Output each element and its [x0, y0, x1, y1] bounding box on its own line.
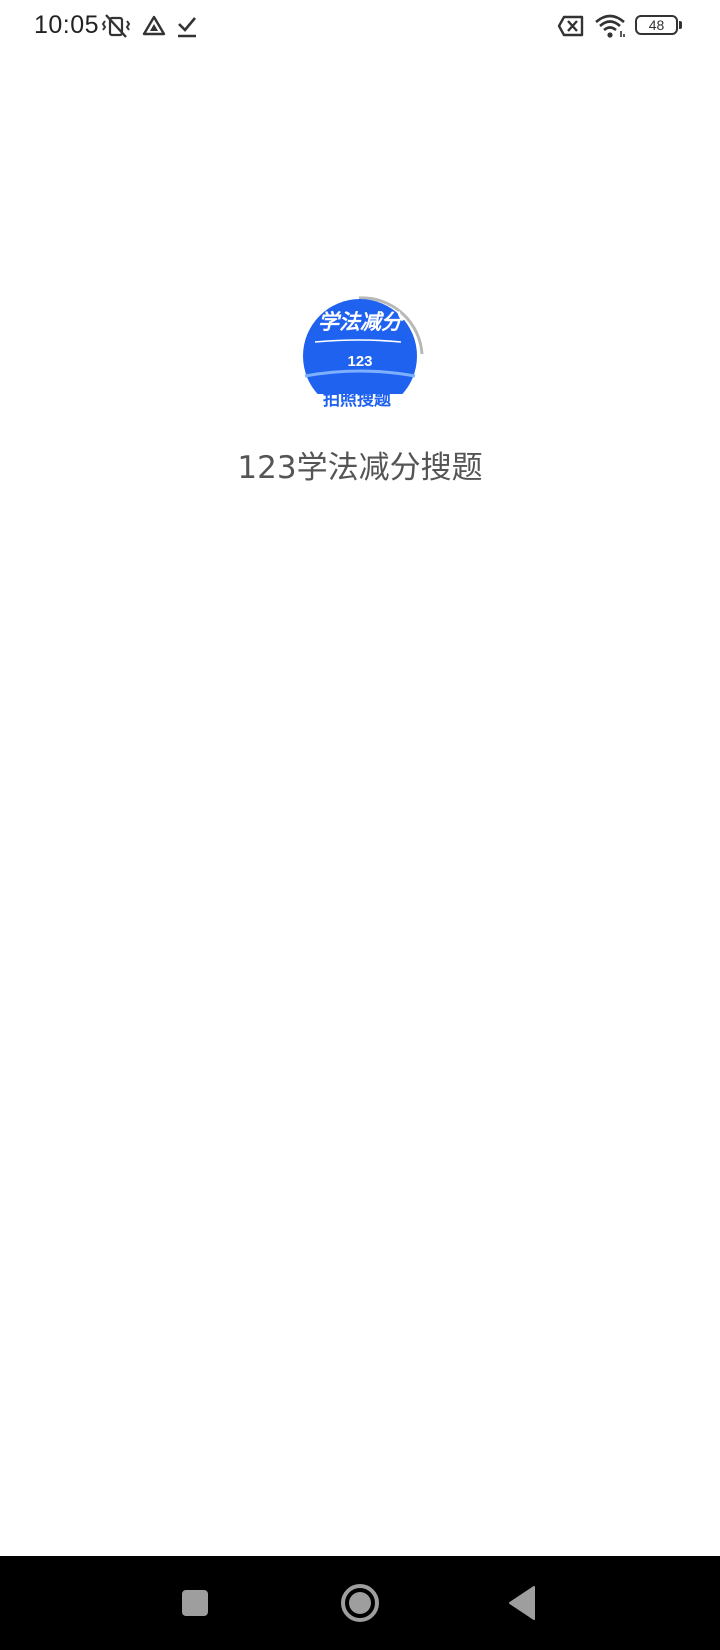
- app-logo: 学法减分 123 拍照搜题: [297, 296, 427, 418]
- home-dot-icon: [349, 1592, 371, 1614]
- logo-title: 学法减分: [318, 310, 405, 334]
- drive-icon: [142, 15, 166, 36]
- navigation-bar: [0, 1556, 720, 1650]
- splash-screen: 10:05 48 学法减分 123 拍照搜题 123学法减分搜题: [0, 0, 720, 1650]
- vibrate-off-icon: [101, 14, 131, 38]
- wifi-icon: [595, 14, 625, 38]
- status-bar: 10:05 48: [0, 0, 720, 54]
- battery-level: 48: [648, 17, 665, 33]
- logo-subtitle: 拍照搜题: [323, 389, 392, 410]
- battery-icon: 48: [635, 15, 678, 35]
- download-done-icon: [178, 17, 196, 38]
- square-icon: [182, 1590, 208, 1616]
- recents-button[interactable]: [170, 1578, 220, 1628]
- status-time: 10:05: [34, 11, 100, 39]
- back-button[interactable]: [500, 1578, 550, 1628]
- app-name: 123学法减分搜题: [237, 450, 483, 486]
- sim-off-icon: [557, 15, 584, 37]
- home-button[interactable]: [335, 1578, 385, 1628]
- battery-nub: [679, 21, 682, 29]
- back-triangle-icon: [509, 1586, 535, 1620]
- logo-number: 123: [347, 353, 372, 370]
